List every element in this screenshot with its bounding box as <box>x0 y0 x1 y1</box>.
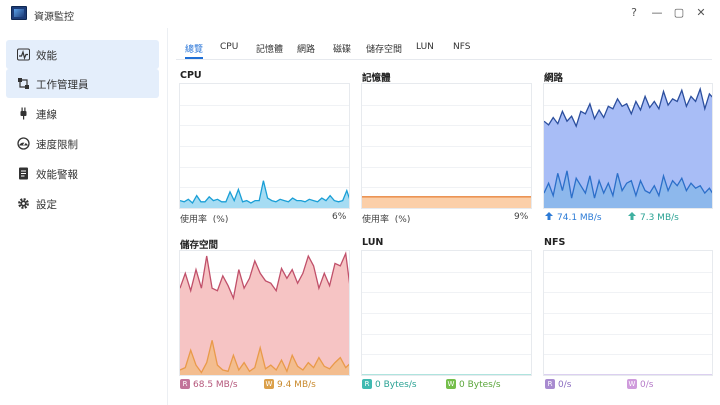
sidebar-item-connections[interactable]: 連線 <box>6 99 159 128</box>
storage-chart-svg <box>180 251 349 375</box>
usage-unit: (%) <box>212 215 229 225</box>
sidebar-item-label: 工作管理員 <box>36 79 89 91</box>
sidebar-item-settings[interactable]: 設定 <box>6 189 159 218</box>
speed-limit-icon <box>17 137 30 150</box>
network-panel-title: 網路 <box>544 73 564 84</box>
gear-icon <box>18 198 29 209</box>
network-upload: 74.1 MB/s <box>545 212 602 223</box>
sidebar-item-task-manager[interactable]: 工作管理員 <box>6 69 159 98</box>
cpu-chart[interactable] <box>179 83 350 209</box>
help-button[interactable]: ? <box>627 6 641 20</box>
sidebar-item-label: 速度限制 <box>36 139 78 151</box>
sidebar-item-label: 效能警報 <box>36 169 78 181</box>
cpu-chart-svg <box>180 105 349 208</box>
usage-label: 使用率 <box>180 215 208 225</box>
tab-overview[interactable]: 總覽 <box>185 42 203 55</box>
usage-label: 使用率 <box>362 215 390 225</box>
sidebar-item-label: 效能 <box>36 50 57 62</box>
write-badge: W <box>627 379 637 389</box>
tab-lun[interactable]: LUN <box>416 42 434 52</box>
network-chart[interactable] <box>543 83 713 209</box>
cpu-panel-title: CPU <box>180 70 202 81</box>
network-chart-svg <box>544 86 712 208</box>
sidebar-item-performance-alerts[interactable]: 效能警報 <box>6 159 159 188</box>
nfs-read-value: 0/s <box>558 380 572 390</box>
memory-chart[interactable] <box>361 83 532 209</box>
write-badge: W <box>264 379 274 389</box>
tab-network[interactable]: 網路 <box>297 42 315 55</box>
storage-write-value: 9.4 MB/s <box>277 380 316 390</box>
lun-read-value: 0 Bytes/s <box>375 380 417 390</box>
nfs-write: W 0/s <box>627 379 653 390</box>
nfs-write-value: 0/s <box>640 380 654 390</box>
tab-bar: 總覽 CPU 記憶體 網路 磁碟 儲存空間 LUN NFS <box>176 28 712 60</box>
storage-panel-title: 儲存空間 <box>180 240 219 251</box>
read-badge: R <box>180 379 190 389</box>
title-bar: 資源監控 ? — ▢ ✕ <box>0 0 720 28</box>
upload-arrow-icon <box>545 212 553 220</box>
network-upload-value: 74.1 MB/s <box>557 213 602 223</box>
tab-memory[interactable]: 記憶體 <box>256 42 283 55</box>
lun-panel-title: LUN <box>362 237 384 248</box>
performance-icon <box>17 48 30 61</box>
nfs-read: R 0/s <box>545 379 571 390</box>
sidebar-item-speed-limit[interactable]: 速度限制 <box>6 129 159 158</box>
sidebar-item-label: 設定 <box>36 199 57 211</box>
usage-unit: (%) <box>394 215 411 225</box>
nfs-chart[interactable] <box>543 250 713 376</box>
storage-chart[interactable] <box>179 250 350 376</box>
storage-read: R 68.5 MB/s <box>180 379 238 390</box>
lun-read: R0 Bytes/s <box>362 379 417 390</box>
window-title: 資源監控 <box>34 12 74 23</box>
storage-read-series-area <box>180 253 349 375</box>
tab-disk[interactable]: 磁碟 <box>333 42 351 55</box>
sidebar-item-label: 連線 <box>36 109 57 121</box>
nfs-chart-svg <box>544 272 712 375</box>
plug-icon <box>20 107 27 120</box>
tab-nfs[interactable]: NFS <box>453 42 470 52</box>
read-badge: R <box>362 379 372 389</box>
memory-usage-label: 使用率 (%) <box>362 212 410 225</box>
sidebar: 效能 工作管理員 連線 速度限制 效能警報 設定 <box>0 28 168 405</box>
network-download-value: 7.3 MB/s <box>640 213 679 223</box>
task-manager-icon <box>18 78 29 89</box>
minimize-button[interactable]: — <box>650 6 664 20</box>
network-download: 7.3 MB/s <box>628 212 679 223</box>
memory-usage-value: 9% <box>514 212 529 222</box>
close-button[interactable]: ✕ <box>694 6 708 20</box>
cpu-usage-value: 6% <box>332 212 347 222</box>
tab-storage[interactable]: 儲存空間 <box>366 42 402 55</box>
storage-read-value: 68.5 MB/s <box>193 380 238 390</box>
lun-write: W0 Bytes/s <box>446 379 501 390</box>
lun-chart[interactable] <box>361 250 532 376</box>
storage-write: W 9.4 MB/s <box>264 379 316 390</box>
download-arrow-icon <box>628 212 636 220</box>
memory-panel-title: 記憶體 <box>362 73 391 84</box>
cpu-usage-label: 使用率 (%) <box>180 212 228 225</box>
lun-write-value: 0 Bytes/s <box>459 380 501 390</box>
lun-chart-svg <box>362 272 531 375</box>
read-badge: R <box>545 379 555 389</box>
resource-monitor-app-icon <box>11 6 27 20</box>
memory-series-area <box>362 196 531 208</box>
maximize-button[interactable]: ▢ <box>672 6 686 20</box>
memory-chart-svg <box>362 105 531 208</box>
nfs-panel-title: NFS <box>544 237 566 248</box>
sidebar-item-performance[interactable]: 效能 <box>6 40 159 69</box>
active-tab-indicator <box>185 57 203 59</box>
alert-doc-icon <box>19 167 28 180</box>
tab-cpu[interactable]: CPU <box>220 42 238 52</box>
write-badge: W <box>446 379 456 389</box>
